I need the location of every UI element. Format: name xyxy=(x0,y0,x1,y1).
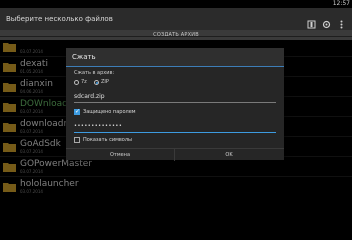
dialog-header: Сжать xyxy=(66,48,284,67)
radio-7z-label: 7z xyxy=(81,79,87,85)
archive-name-value: sdcard.zip xyxy=(74,93,105,100)
app-bar: Выберите несколько файлов xyxy=(0,8,352,30)
radio-zip[interactable] xyxy=(94,80,99,85)
password-protect-label: Защищено паролем xyxy=(83,109,136,115)
overflow-menu-icon[interactable] xyxy=(337,14,346,29)
show-symbols-checkbox[interactable] xyxy=(74,137,80,143)
password-input[interactable]: •••••••••••••• xyxy=(74,123,276,133)
radio-7z[interactable] xyxy=(74,80,79,85)
radio-zip-label: ZIP xyxy=(101,79,109,85)
dialog-footer: Отмена OK xyxy=(66,148,284,161)
settings-icon[interactable] xyxy=(322,14,331,29)
ok-button[interactable]: OK xyxy=(175,149,283,161)
cancel-button[interactable]: Отмена xyxy=(66,149,175,161)
compress-dialog: Сжать Сжать в архив: 7z ZIP sdcard.zip З… xyxy=(66,48,284,161)
dialog-title: Сжать xyxy=(72,53,96,61)
password-protect-checkbox[interactable] xyxy=(74,108,80,115)
status-bar: 12:57 xyxy=(0,0,352,8)
archive-name-input[interactable]: sdcard.zip xyxy=(74,92,276,103)
app-title: Выберите несколько файлов xyxy=(6,15,113,23)
status-time: 12:57 xyxy=(332,0,350,7)
appbar-actions xyxy=(307,14,346,29)
show-symbols-label: Показать символы xyxy=(83,137,132,143)
password-value: •••••••••••••• xyxy=(74,123,123,129)
format-label: Сжать в архив: xyxy=(74,70,115,76)
archive-icon[interactable] xyxy=(307,14,316,29)
